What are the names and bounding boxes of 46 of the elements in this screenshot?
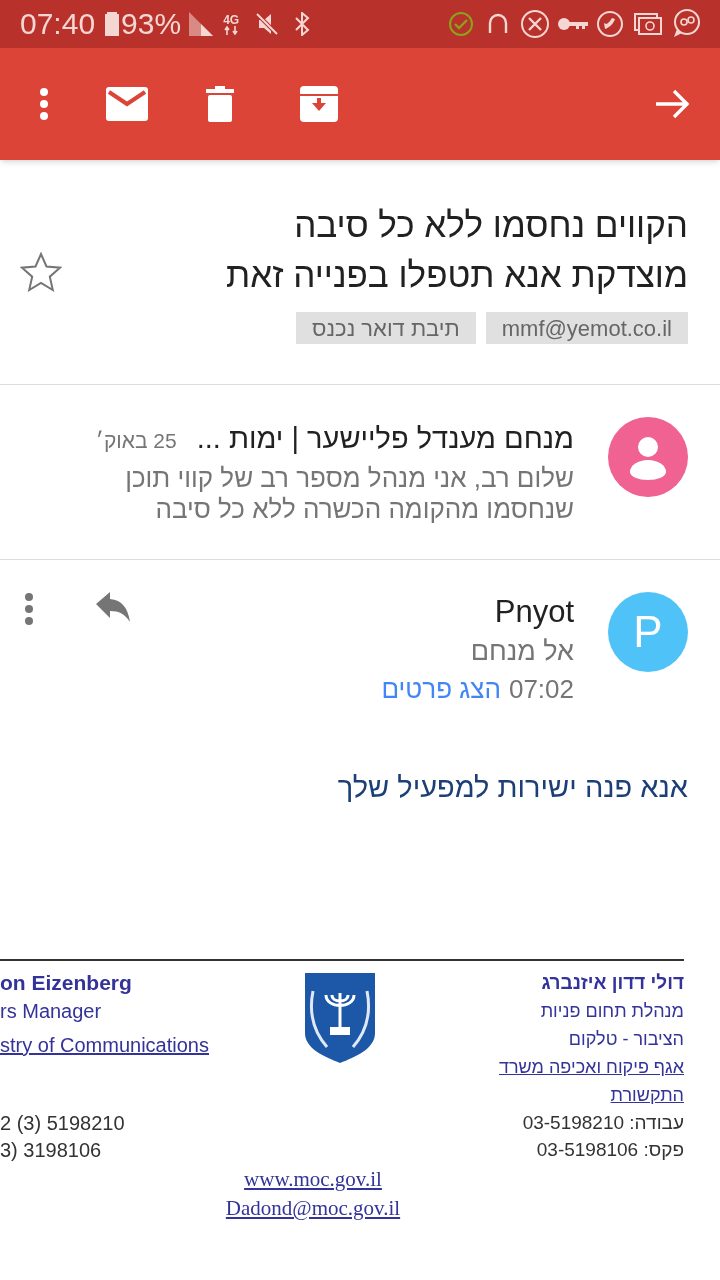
signal-icon [189,12,214,36]
label-chip[interactable]: תיבת דואר נכנס [296,312,476,344]
phone-circle-icon [596,10,624,38]
email-card-icon [634,12,662,36]
forward-arrow-icon[interactable] [656,89,690,119]
mute-icon [255,13,280,35]
signature-name: on Eizenberg [0,970,133,996]
phone-number: 2 (3) 5198210 [0,1111,126,1136]
reply-icon[interactable] [94,591,132,622]
battery-icon [105,12,120,36]
more-icon[interactable] [24,591,34,626]
phone-number: 3) 3198106 [0,1138,103,1163]
star-icon[interactable] [20,252,62,292]
chat-bubble-icon [672,9,700,39]
department-link[interactable]: אגף פיקוח ואכיפה משרד התקשורת [464,1053,684,1109]
message-snippet: שלום רב, אני מנהל מספר רב של קווי תוכן שנחסמו מהקומה הכשרה ללא כל סיבה [124,462,574,525]
signature-name: דולי דדון איזנברג [540,971,684,995]
check-circle-icon [448,11,474,37]
mail-icon[interactable] [106,87,148,121]
sender-name: מנחם מענדל פליישער | ימות ... [196,421,574,456]
clock: 07:40 [20,9,96,39]
signature-title: rs Manager [0,999,103,1024]
data-arrows-icon [224,25,239,35]
signature-title: מנהלת תחום פניות [539,1000,684,1023]
ministry-link[interactable]: stry of Communications [0,1031,260,1059]
network-type: 4G [223,13,240,26]
email-subject: הקווים נחסמו ללא כל סיבה מוצדקת אנא תטפלו בפנייה זאת [226,204,688,296]
trash-icon[interactable] [206,86,234,122]
close-circle-icon [520,9,550,39]
phone-number: פקס: 03-5198106 [535,1138,684,1162]
battery-percent: 93% [121,9,182,39]
avatar: P [608,591,688,672]
sender-name: Pnyot [493,592,574,631]
message-date: 25 באוק׳ [95,428,177,454]
label-chip[interactable]: mmf@yemot.co.il [485,312,688,344]
message-body: אנא פנה ישירות למפעיל שלך [336,769,689,805]
avatar-icon [608,417,688,497]
message-time: 07:02 [508,672,574,706]
archive-icon[interactable] [300,86,338,122]
recipient: אל מנחם [469,634,574,668]
phone-number: עבודה: 03-5198210 [521,1111,684,1135]
signature-title: הציבור - טלקום [567,1028,684,1051]
show-details-link[interactable]: הצג פרטים [381,669,501,708]
signature-link[interactable]: www.moc.gov.il [244,1165,382,1194]
signature-link[interactable]: Dadond@moc.gov.il [225,1194,401,1223]
key-icon [558,17,588,31]
